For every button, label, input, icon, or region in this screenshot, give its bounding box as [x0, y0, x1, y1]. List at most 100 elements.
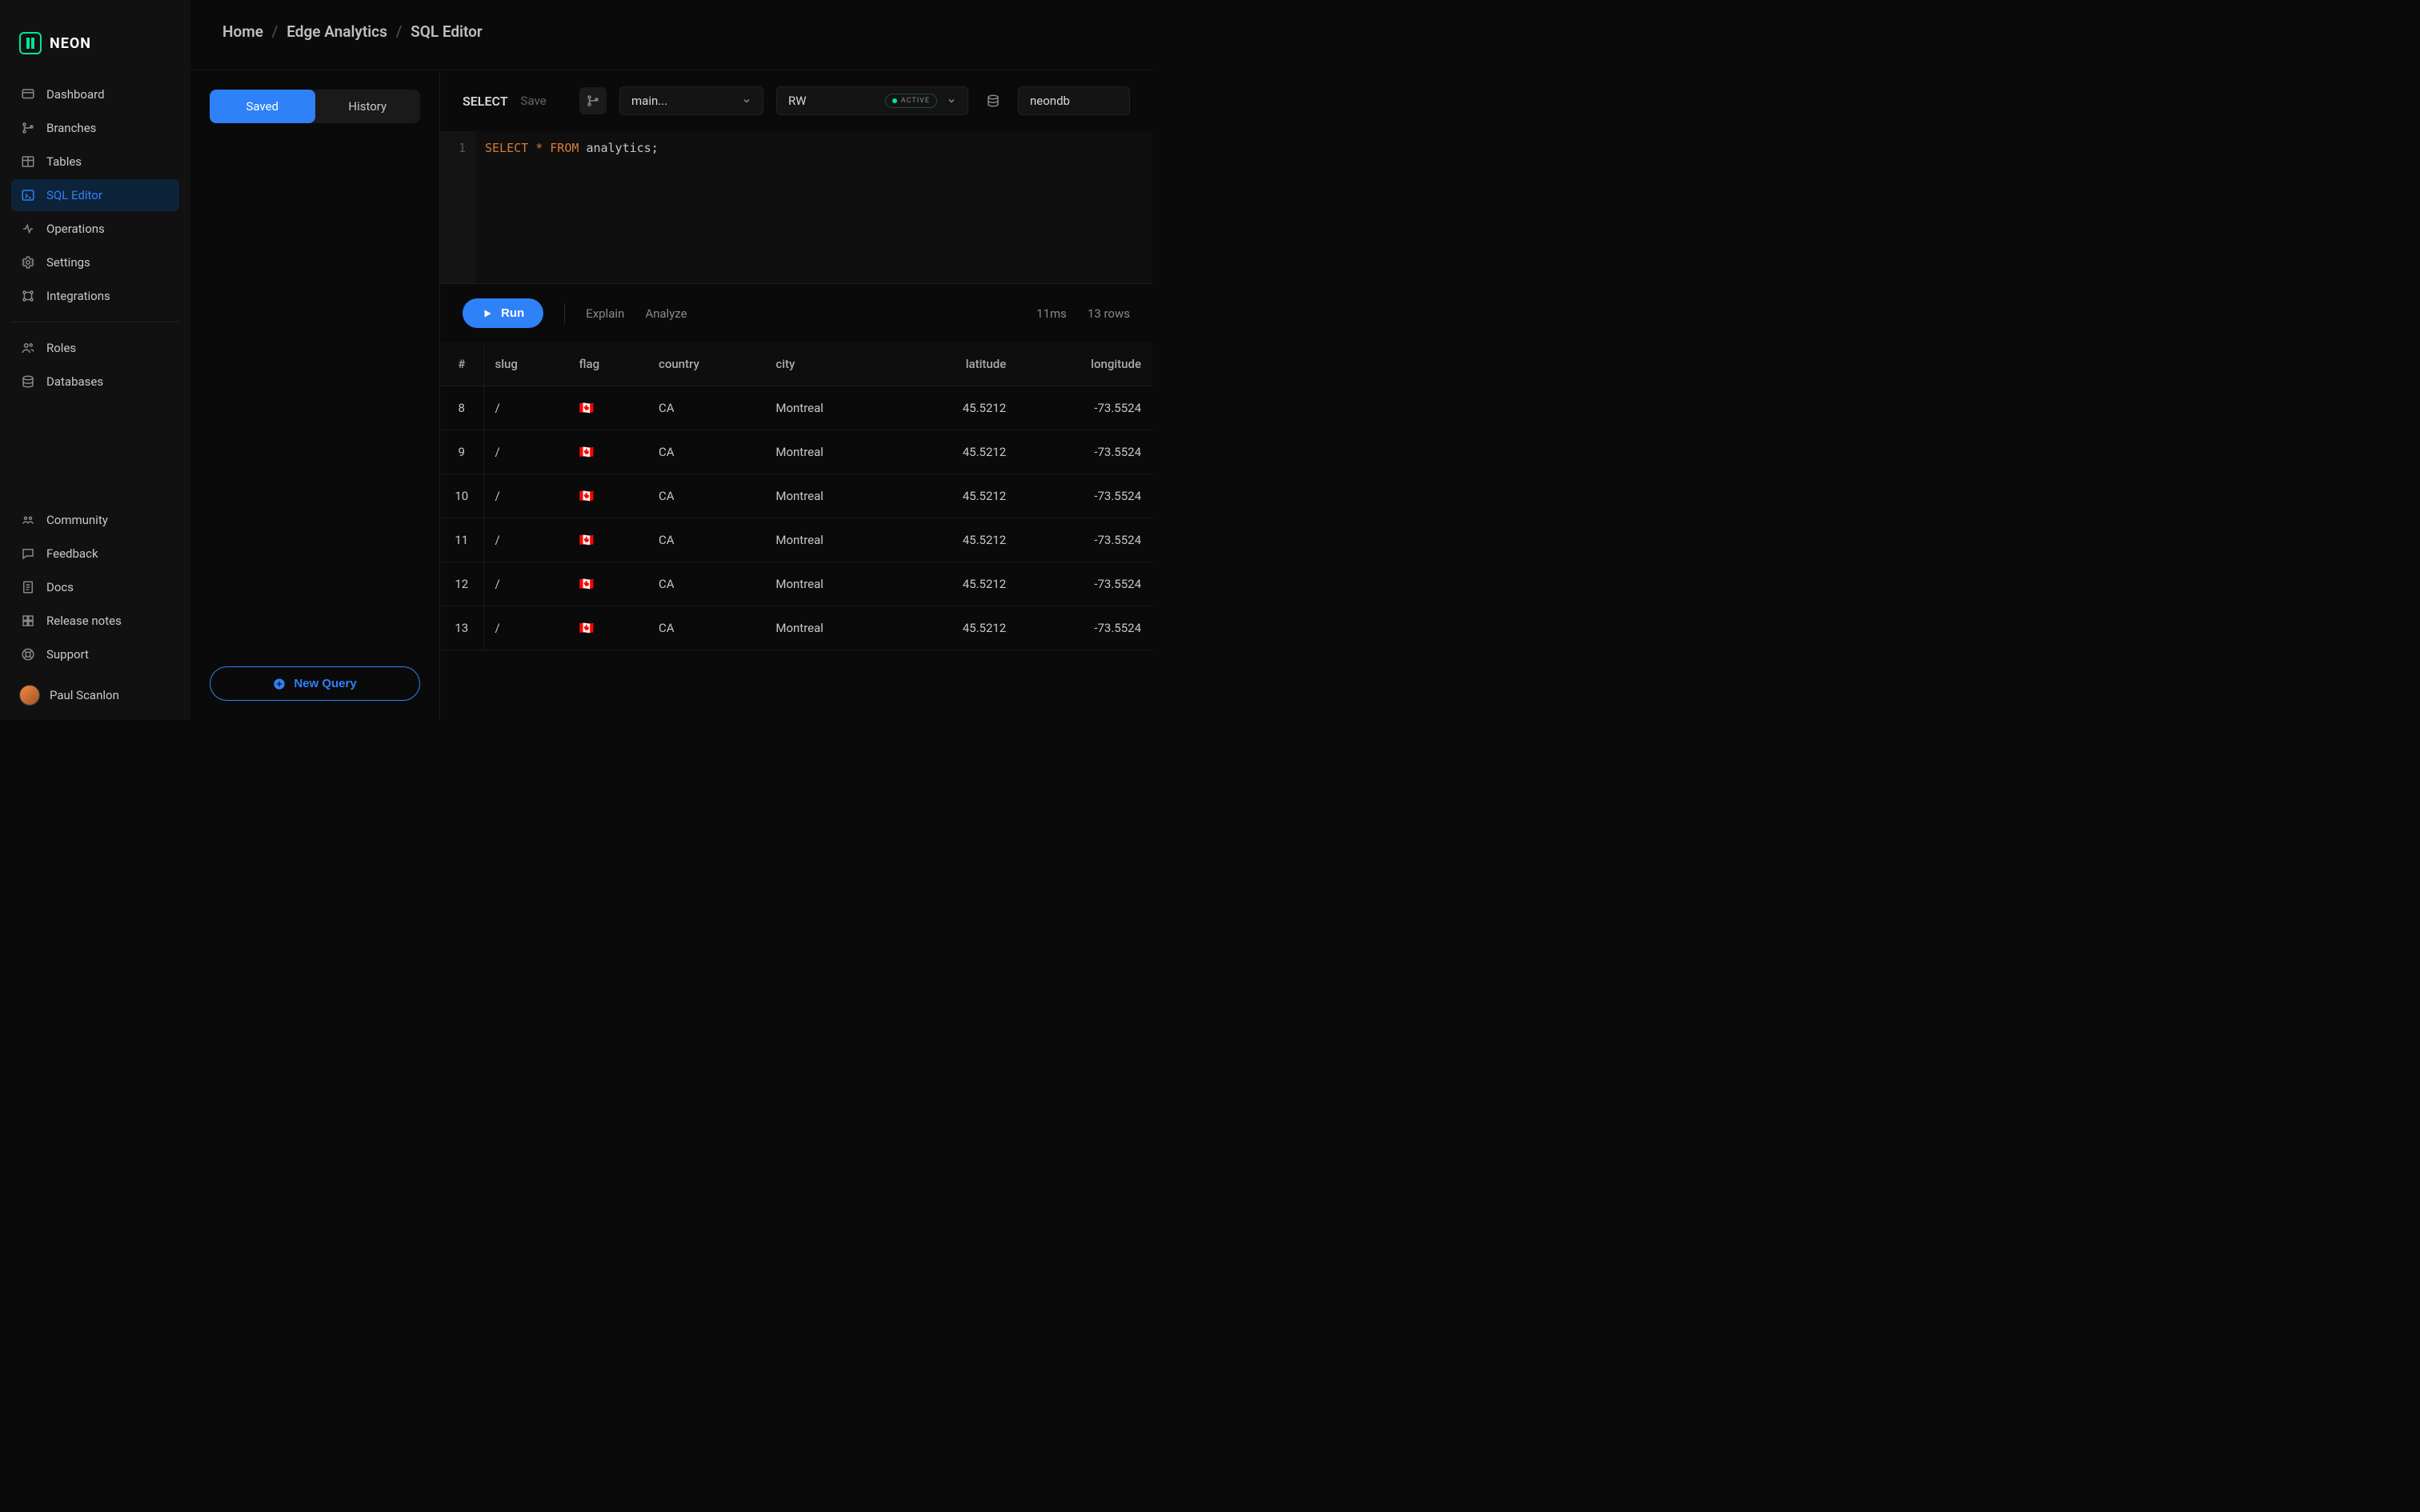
logo[interactable]: NEON — [0, 16, 190, 78]
breadcrumb-home[interactable]: Home — [222, 22, 263, 41]
branches-icon — [21, 121, 35, 135]
breadcrumb-project[interactable]: Edge Analytics — [286, 22, 387, 41]
workbench: Saved History New Query SELECT Save — [190, 70, 1152, 720]
cell-city: Montreal — [764, 562, 895, 606]
nav-footer: Community Feedback Docs Release notes Su… — [0, 504, 190, 670]
support-icon — [21, 647, 35, 662]
sidebar-item-label: Settings — [46, 255, 90, 270]
branch-select[interactable]: main... — [619, 86, 763, 115]
breadcrumb-separator: / — [396, 22, 403, 41]
sidebar-item-feedback[interactable]: Feedback — [11, 538, 179, 570]
branch-value: main... — [631, 94, 667, 108]
database-icon — [981, 94, 1005, 108]
sidebar-item-community[interactable]: Community — [11, 504, 179, 536]
cell-index: 9 — [440, 430, 483, 474]
save-button[interactable]: Save — [521, 94, 547, 108]
sidebar-item-dashboard[interactable]: Dashboard — [11, 78, 179, 110]
compute-value: RW — [788, 94, 807, 108]
cell-country: CA — [647, 474, 764, 518]
nav-primary: Dashboard Branches Tables SQL Editor Ope… — [0, 78, 190, 312]
cell-flag: 🇨🇦 — [568, 606, 647, 650]
results-table: # slug flag country city latitude longit… — [440, 342, 1152, 720]
tab-history[interactable]: History — [315, 90, 421, 123]
code-keyword: SELECT — [485, 141, 528, 155]
table-header: # — [440, 342, 483, 386]
sidebar-item-label: Tables — [46, 154, 82, 169]
code-editor[interactable]: 1 SELECT * FROM analytics; — [440, 131, 1152, 283]
cell-flag: 🇨🇦 — [568, 562, 647, 606]
sidebar-item-label: Roles — [46, 341, 76, 355]
new-query-label: New Query — [294, 677, 356, 690]
code-keyword: FROM — [550, 141, 579, 155]
breadcrumb-page[interactable]: SQL Editor — [411, 22, 483, 41]
breadcrumb-separator: / — [272, 22, 278, 41]
play-icon — [482, 308, 493, 319]
user-menu[interactable]: Paul Scanlon — [0, 670, 190, 720]
divider — [564, 303, 565, 324]
integrations-icon — [21, 289, 35, 303]
sidebar-item-tables[interactable]: Tables — [11, 146, 179, 178]
table-row[interactable]: 10/🇨🇦CAMontreal45.5212-73.5524 — [440, 474, 1152, 518]
cell-city: Montreal — [764, 606, 895, 650]
line-gutter: 1 — [440, 131, 475, 283]
cell-latitude: 45.5212 — [895, 518, 1017, 562]
sidebar-item-integrations[interactable]: Integrations — [11, 280, 179, 312]
run-label: Run — [501, 306, 524, 320]
table-row[interactable]: 12/🇨🇦CAMontreal45.5212-73.5524 — [440, 562, 1152, 606]
sidebar-item-roles[interactable]: Roles — [11, 332, 179, 364]
sidebar: NEON Dashboard Branches Tables SQL Edito… — [0, 0, 190, 720]
sidebar-item-label: Community — [46, 513, 108, 527]
editor-toolbar: SELECT Save main... RW — [440, 70, 1152, 131]
dashboard-icon — [21, 87, 35, 102]
sidebar-item-sql-editor[interactable]: SQL Editor — [11, 179, 179, 211]
table-row[interactable]: 9/🇨🇦CAMontreal45.5212-73.5524 — [440, 430, 1152, 474]
status-dot-icon — [892, 98, 897, 103]
table-row[interactable]: 8/🇨🇦CAMontreal45.5212-73.5524 — [440, 386, 1152, 430]
sidebar-item-settings[interactable]: Settings — [11, 246, 179, 278]
cell-latitude: 45.5212 — [895, 430, 1017, 474]
roles-icon — [21, 341, 35, 355]
cell-latitude: 45.5212 — [895, 386, 1017, 430]
cell-city: Montreal — [764, 386, 895, 430]
row-count: 13 rows — [1088, 306, 1130, 321]
table-row[interactable]: 13/🇨🇦CAMontreal45.5212-73.5524 — [440, 606, 1152, 650]
cell-longitude: -73.5524 — [1017, 474, 1152, 518]
chevron-down-icon — [742, 96, 751, 106]
logo-text: NEON — [50, 35, 91, 52]
sidebar-item-release-notes[interactable]: Release notes — [11, 605, 179, 637]
analyze-button[interactable]: Analyze — [645, 306, 687, 321]
table-header: city — [764, 342, 895, 386]
cell-city: Montreal — [764, 474, 895, 518]
sidebar-item-branches[interactable]: Branches — [11, 112, 179, 144]
new-query-button[interactable]: New Query — [210, 666, 420, 701]
sidebar-item-docs[interactable]: Docs — [11, 571, 179, 603]
cell-flag: 🇨🇦 — [568, 430, 647, 474]
cell-latitude: 45.5212 — [895, 562, 1017, 606]
status-badge: ACTIVE — [885, 94, 937, 108]
line-number: 1 — [440, 138, 466, 159]
tab-saved[interactable]: Saved — [210, 90, 315, 123]
sidebar-item-label: Branches — [46, 121, 96, 135]
sidebar-item-databases[interactable]: Databases — [11, 366, 179, 398]
avatar — [19, 685, 40, 706]
breadcrumb: Home / Edge Analytics / SQL Editor — [190, 0, 1152, 70]
run-button[interactable]: Run — [463, 298, 543, 328]
compute-select[interactable]: RW ACTIVE — [776, 86, 968, 115]
table-row[interactable]: 11/🇨🇦CAMontreal45.5212-73.5524 — [440, 518, 1152, 562]
query-tab-label: SELECT — [463, 94, 508, 109]
table-header: flag — [568, 342, 647, 386]
cell-slug: / — [483, 386, 568, 430]
cell-longitude: -73.5524 — [1017, 518, 1152, 562]
database-select[interactable]: neondb — [1018, 86, 1130, 115]
cell-country: CA — [647, 606, 764, 650]
table-header-row: # slug flag country city latitude longit… — [440, 342, 1152, 386]
explain-button[interactable]: Explain — [586, 306, 624, 321]
table-header: longitude — [1017, 342, 1152, 386]
cell-latitude: 45.5212 — [895, 474, 1017, 518]
queries-list — [190, 123, 439, 666]
sidebar-item-support[interactable]: Support — [11, 638, 179, 670]
sidebar-item-label: Databases — [46, 374, 103, 389]
logo-icon — [19, 32, 42, 54]
cell-slug: / — [483, 606, 568, 650]
sidebar-item-operations[interactable]: Operations — [11, 213, 179, 245]
